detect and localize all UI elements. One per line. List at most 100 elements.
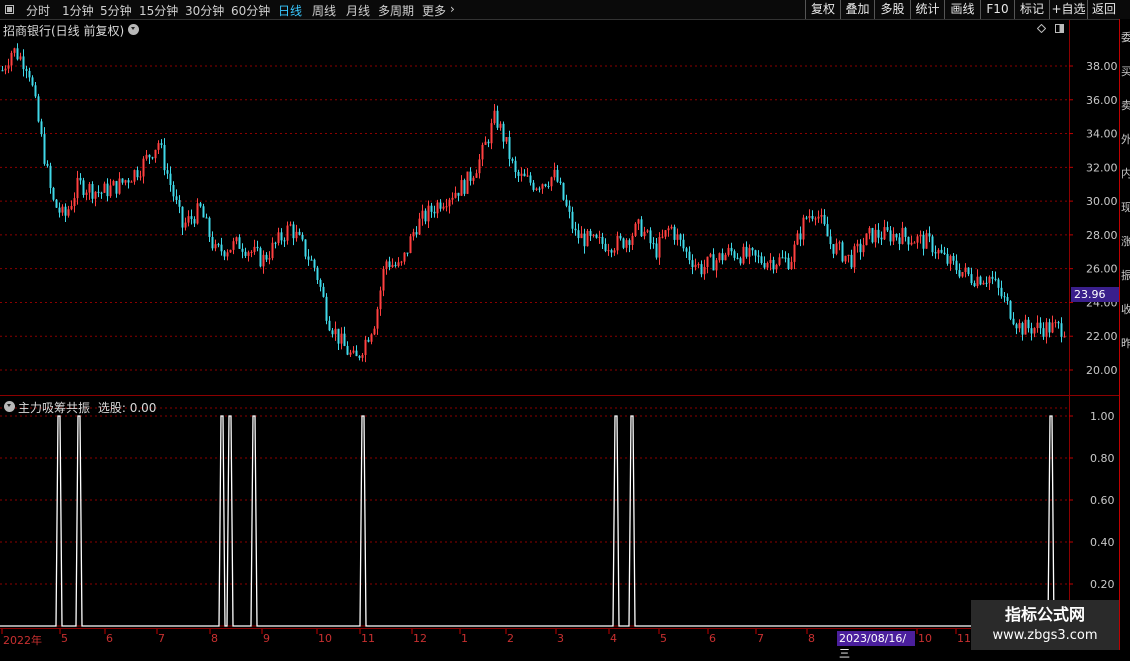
period-tab-2[interactable]: 5分钟 [100,2,132,19]
candle [508,130,511,167]
panel-toggle-icon[interactable] [1055,24,1064,33]
candle [688,246,691,265]
candle [829,229,832,250]
candle [721,248,724,265]
strip-label-2: 卖 [1121,97,1130,113]
candle [121,178,124,185]
toolbar-button-5[interactable]: F10 [980,0,1014,19]
candle [790,256,793,270]
period-tab-0[interactable]: 分时 [26,2,50,19]
candle [559,177,562,185]
period-tab-3[interactable]: 15分钟 [139,2,178,19]
toolbar-button-2[interactable]: 多股 [874,0,910,19]
candle [943,246,946,256]
toolbar-button-6[interactable]: 标记 [1014,0,1049,19]
candle [586,228,589,247]
candle [109,178,112,198]
candle [49,162,52,194]
candle [397,257,400,268]
toolbar-button-4[interactable]: 画线 [944,0,980,19]
period-tab-9[interactable]: 多周期 [378,2,414,19]
candle [487,139,490,148]
candle [565,194,568,208]
candle [412,228,415,241]
candle [103,181,106,194]
candle [298,228,301,236]
candle [466,171,469,195]
chevron-right-icon[interactable]: › [450,2,455,16]
candle [136,166,139,181]
indicator-tick-label: 0.20 [1090,578,1115,591]
candle [106,178,109,202]
candle [316,265,319,284]
watermark-url: www.zbgs3.com [992,628,1098,643]
candle [1048,318,1051,338]
panel-divider [0,395,1119,396]
candle [178,195,181,214]
candle [928,226,931,243]
candle [322,283,325,298]
indicator-menu-icon[interactable] [4,401,15,412]
candle [34,81,37,99]
candle [991,271,994,285]
window-icon[interactable] [5,5,14,14]
candle [760,252,763,265]
candle [973,280,976,288]
cursor-date-tag: 2023/08/16/三 [837,631,915,660]
candle [469,167,472,186]
candle [376,306,379,335]
candle [799,226,802,247]
candle [361,353,364,362]
toolbar-button-0[interactable]: 复权 [805,0,840,19]
period-tab-10[interactable]: 更多 [422,2,446,19]
candle [187,210,190,227]
toolbar-button-8[interactable]: 返回 [1087,0,1120,19]
candle [1063,331,1066,338]
candle [1027,316,1030,333]
candle [589,228,592,241]
candle [682,233,685,252]
candle [349,349,352,357]
candle [811,210,814,222]
candle [22,49,25,77]
candle [211,231,214,251]
candle [772,256,775,274]
candle [832,244,835,259]
candle [1039,317,1042,335]
quote-side-strip: 委买卖外内现涨振收昨 [1119,19,1130,650]
candle [79,173,82,185]
candle [337,328,340,351]
candle [865,233,868,246]
candle [142,156,145,184]
toolbar-button-3[interactable]: 统计 [910,0,944,19]
candle [604,238,607,253]
toolbar-button-7[interactable]: +自选 [1049,0,1087,19]
period-tab-8[interactable]: 月线 [346,2,370,19]
candle [235,236,238,245]
candle [247,250,250,262]
period-tab-6[interactable]: 日线 [278,2,302,19]
period-tab-4[interactable]: 30分钟 [185,2,224,19]
candle [937,248,940,260]
x-axis-label-15: 7 [757,632,764,645]
candle [499,121,502,131]
candle [334,321,337,341]
period-tab-1[interactable]: 1分钟 [62,2,94,19]
candlestick-chart[interactable]: 38.0036.0034.0032.0030.0028.0026.0024.00… [0,0,1130,650]
price-tick-label: 36.00 [1086,94,1118,107]
candle [133,169,136,185]
indicator-tick-label: 0.60 [1090,494,1115,507]
candle [175,189,178,205]
period-tab-5[interactable]: 60分钟 [231,2,270,19]
candle [85,189,88,201]
toolbar-button-1[interactable]: 叠加 [840,0,874,19]
candle [919,230,922,244]
diamond-icon[interactable] [1037,24,1046,33]
x-axis-label-18: 11 [957,632,971,645]
main-panel-menu-icon[interactable] [128,24,139,35]
candle [184,217,187,231]
candle [868,226,871,240]
x-axis-label-0: 2022年 [3,634,42,647]
candle [745,241,748,259]
period-tab-7[interactable]: 周线 [312,2,336,19]
